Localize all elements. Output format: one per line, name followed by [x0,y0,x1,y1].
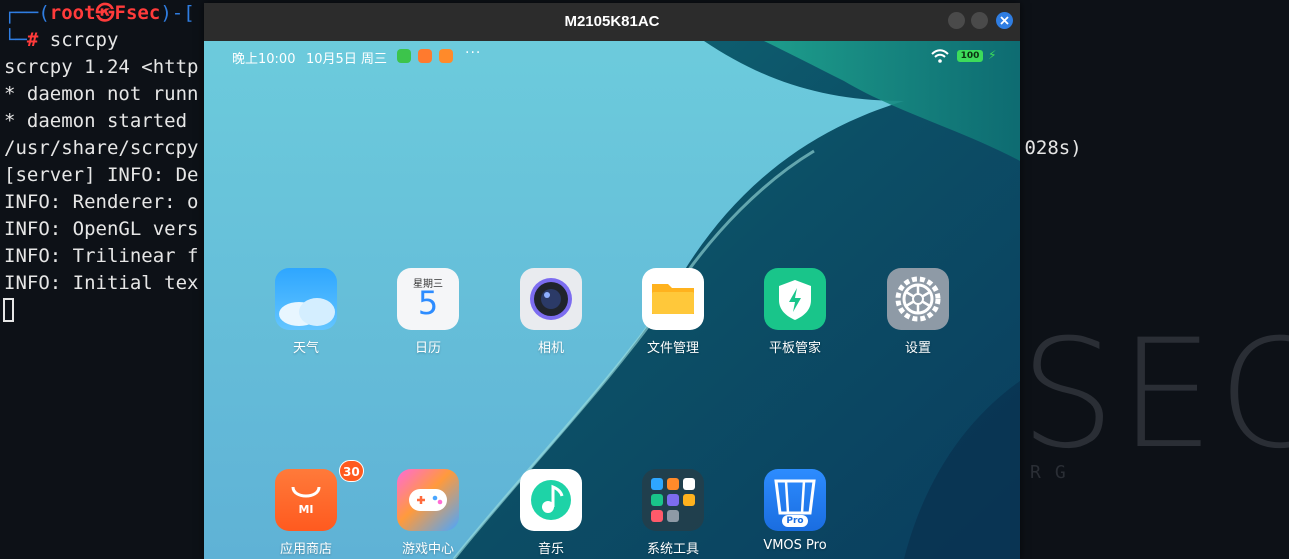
calendar-icon: 星期三 5 [397,268,459,330]
scrcpy-window[interactable]: M2105K81AC 晚上10:00 10月5日 周三 ··· 100 ⚡ 天气… [204,3,1020,559]
app-game-center[interactable]: 游戏中心 [378,469,478,557]
minimize-button[interactable] [948,12,965,29]
maximize-button[interactable] [971,12,988,29]
game-controller-icon [397,469,459,531]
device-status-bar: 晚上10:00 10月5日 周三 ··· 100 ⚡ [204,41,1020,71]
close-icon [1000,16,1009,25]
app-calendar[interactable]: 星期三 5 日历 [378,268,478,356]
notification-icon [397,49,411,63]
output-line: * daemon started [4,110,199,132]
app-tablet-manager[interactable]: 平板管家 [745,268,845,356]
output-line: /usr/share/scrcpy [4,137,199,159]
settings-gear-icon [887,268,949,330]
output-line: INFO: Initial tex [4,272,199,294]
wifi-icon [931,49,949,63]
desktop-watermark: SEC [1020,308,1289,482]
app-vmos-pro[interactable]: Pro VMOS Pro [745,469,845,553]
folder-grid-icon [642,469,704,531]
desktop-watermark-sub: RG [1030,462,1080,483]
camera-icon [520,268,582,330]
app-weather[interactable]: 天气 [256,268,356,356]
weather-icon [275,268,337,330]
output-line: * daemon not runn [4,83,199,105]
app-app-store[interactable]: MI 30 应用商店 [256,460,364,557]
output-line: scrcpy 1.24 <http [4,56,199,78]
app-camera[interactable]: 相机 [501,268,601,356]
output-line: INFO: Trilinear f [4,245,199,267]
status-time: 晚上10:00 [232,52,296,67]
app-settings[interactable]: 设置 [868,268,968,356]
device-screen[interactable]: 晚上10:00 10月5日 周三 ··· 100 ⚡ 天气 星期三 5 日历 相… [204,41,1020,559]
more-notifications-icon: ··· [465,45,482,61]
output-line: [server] INFO: De [4,164,199,186]
battery-icon: 100 [957,50,983,62]
output-line-overflow: .028s) [1013,137,1082,159]
notification-icon [418,49,432,63]
app-music[interactable]: 音乐 [501,469,601,557]
notification-icon [439,49,453,63]
window-title: M2105K81AC [564,13,660,30]
charging-icon: ⚡ [988,48,997,62]
vmos-icon: Pro [764,469,826,531]
command-line: └─# scrcpy [4,29,119,51]
terminal-cursor [3,298,14,322]
output-line: INFO: OpenGL vers [4,218,199,240]
close-button[interactable] [996,12,1013,29]
status-date: 10月5日 周三 [306,52,387,67]
folder-icon [642,268,704,330]
app-file-manager[interactable]: 文件管理 [623,268,723,356]
prompt-line: ┌──(root㉿Fsec)-[ [4,2,195,24]
app-system-tools[interactable]: 系统工具 [623,469,723,557]
notification-badge: 30 [339,460,364,482]
output-line: INFO: Renderer: o [4,191,199,213]
svg-text:MI: MI [298,503,313,516]
app-store-icon: MI 30 [275,460,364,531]
window-titlebar[interactable]: M2105K81AC [204,3,1020,41]
security-shield-icon [764,268,826,330]
music-note-icon [520,469,582,531]
